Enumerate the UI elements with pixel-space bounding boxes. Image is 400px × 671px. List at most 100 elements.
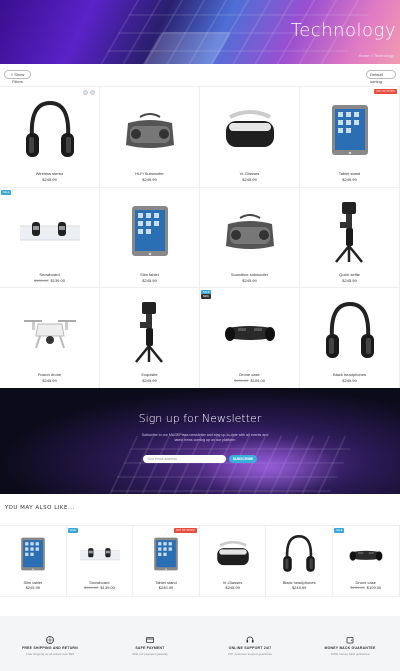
product-card[interactable]: OUT OF STOCK Tablet stand $245.99 [133,525,200,597]
product-name[interactable]: Black headphones [300,372,399,377]
speaker-image[interactable] [220,196,280,266]
vr-headset-image[interactable] [213,531,253,577]
product-name[interactable]: Exquisite [100,372,199,377]
product-price: $245.99 [133,585,199,590]
product-price: $189.00 $139.00 [0,278,99,283]
product-name[interactable]: Tablet stand [300,171,399,176]
gimbal-image[interactable] [120,296,180,366]
feature-item: MONEY BACK GUARANTEE 100% money back guar… [300,616,400,671]
old-price: $139.00 [234,378,249,383]
show-filters-button[interactable]: ≡ Show Filters [4,70,31,84]
feature-title: SAFE PAYMENT [135,646,165,650]
current-price: $245.99 [42,177,57,182]
current-price: $245.99 [242,277,257,283]
product-name[interactable]: Snowboard [0,272,99,277]
product-card[interactable]: Wireless stereo $245.99 [0,87,100,188]
product-grid: Wireless stereo $245.99 Hi-Fi Subwoofer $24… [0,86,400,389]
newsletter-title: Sign up for Newsletter [138,412,262,425]
feature-title: MONEY BACK GUARANTEE [324,646,376,650]
email-input[interactable]: Your email address [143,455,226,463]
product-card[interactable]: SALE Snowboard $189.00 $139.00 [0,187,100,288]
vr-headset-image[interactable] [220,95,280,165]
product-name[interactable]: Fusion drone [0,372,99,377]
feature-title: ONLINE SUPPORT 24/7 [228,646,272,650]
product-price: $245.99 [200,177,299,182]
current-price: $245.99 [142,277,157,283]
product-card[interactable]: SALE Snowboard $189.00 $139.00 [66,525,134,597]
snowboard-image[interactable] [79,531,120,577]
hoverboard-image[interactable] [220,296,280,366]
breadcrumb[interactable]: Home > Technology [359,53,394,58]
current-price: $245.99 [225,585,240,590]
product-name[interactable]: Quick selfie [300,272,399,277]
product-price: $245.99 [100,378,199,383]
newsletter-text: Subscribe to our MAGEPlaza newsletter an… [141,433,269,442]
product-price: $245.99 [266,585,332,590]
current-price: $245.99 [291,585,307,590]
headphones-image[interactable] [20,95,80,165]
product-card[interactable]: Exquisite $245.99 [100,288,200,389]
product-card[interactable]: Vr-Glasses $245.99 [200,87,300,188]
new-badge: NEW [201,294,211,299]
product-card[interactable]: Quick selfie $245.99 [300,187,400,288]
category-banner: Technology Home > Technology [0,0,400,64]
feature-item: FREE SHIPPING AND RETURN Free shipping on… [0,616,100,671]
headset-icon [245,632,255,643]
gimbal-image[interactable] [320,196,380,266]
feature-item: SAFE PAYMENT With our payment gateway [100,616,200,671]
features-footer: FREE SHIPPING AND RETURN Free shipping on… [0,616,400,671]
product-name[interactable]: Wireless stereo [0,171,99,176]
current-price: $245.99 [342,378,357,383]
current-price: $245.99 [142,378,157,383]
headphones-image[interactable] [320,296,380,366]
quick-view-icon[interactable] [83,90,88,95]
product-card[interactable]: SALE Drone case $139.00 $109.00 [332,525,400,597]
product-name[interactable]: Hi-Fi Subwoofer [100,171,199,176]
product-name[interactable]: Soundline subwoofer [200,272,299,277]
feature-desc: Free shipping on all orders over $99 [25,652,75,656]
speaker-image[interactable] [120,95,180,165]
product-name[interactable]: Drone case [200,372,299,377]
tablet-image[interactable] [120,196,180,266]
old-price: $189.00 [34,277,49,283]
product-price: $245.99 [300,378,399,383]
product-card[interactable]: Fusion drone $245.99 [0,288,100,389]
product-card[interactable]: OUT OF STOCK Tablet stand $245.99 [300,87,400,188]
status-badge: OUT OF STOCK [174,528,197,533]
old-price: $189.00 [83,585,99,590]
wishlist-icon[interactable] [90,90,95,95]
snowboard-image[interactable] [20,196,80,266]
sort-select[interactable]: Default sorting [366,70,396,84]
current-price: $245.99 [342,277,357,283]
product-card[interactable]: SALE Drone case $139.00 $109.00 NEW [200,288,300,389]
product-name[interactable]: Vr-Glasses [200,171,299,176]
product-price: $245.99 [0,177,99,182]
product-price: $245.99 [0,585,66,590]
card-icon [145,632,155,643]
old-price: $139.00 [350,585,365,590]
subscribe-button[interactable]: SUBSCRIBE [229,455,257,463]
headphones-image[interactable] [279,531,319,577]
product-card[interactable]: Vr-Glasses $245.99 [199,525,267,597]
product-card[interactable]: Soundline subwoofer $245.99 [200,187,300,288]
backlight-glow [200,438,340,494]
product-card[interactable]: Black headphones $245.99 [266,525,333,597]
product-price: $139.00 $109.00 [333,585,399,590]
tablet-image[interactable] [146,531,186,577]
current-price: $245.99 [342,177,357,182]
product-card[interactable]: Hi-Fi Subwoofer $245.99 [100,87,200,188]
product-card[interactable]: Black headphones $245.99 [300,288,400,389]
status-badge: SALE [67,528,78,533]
current-price: $245.99 [42,378,57,383]
tablet-image[interactable] [13,531,53,577]
product-card[interactable]: Slim tablet $245.99 [0,525,67,597]
drone-image[interactable] [20,296,80,366]
product-name[interactable]: Slim tablet [100,272,199,277]
hoverboard-image[interactable] [346,531,386,577]
product-card[interactable]: Slim tablet $245.99 [100,187,200,288]
tablet-image[interactable] [320,95,380,165]
product-price: $245.99 [200,585,266,590]
feature-desc: With our payment gateway [132,652,168,656]
current-price: $245.99 [142,177,157,182]
current-price: $109.00 [366,585,382,590]
